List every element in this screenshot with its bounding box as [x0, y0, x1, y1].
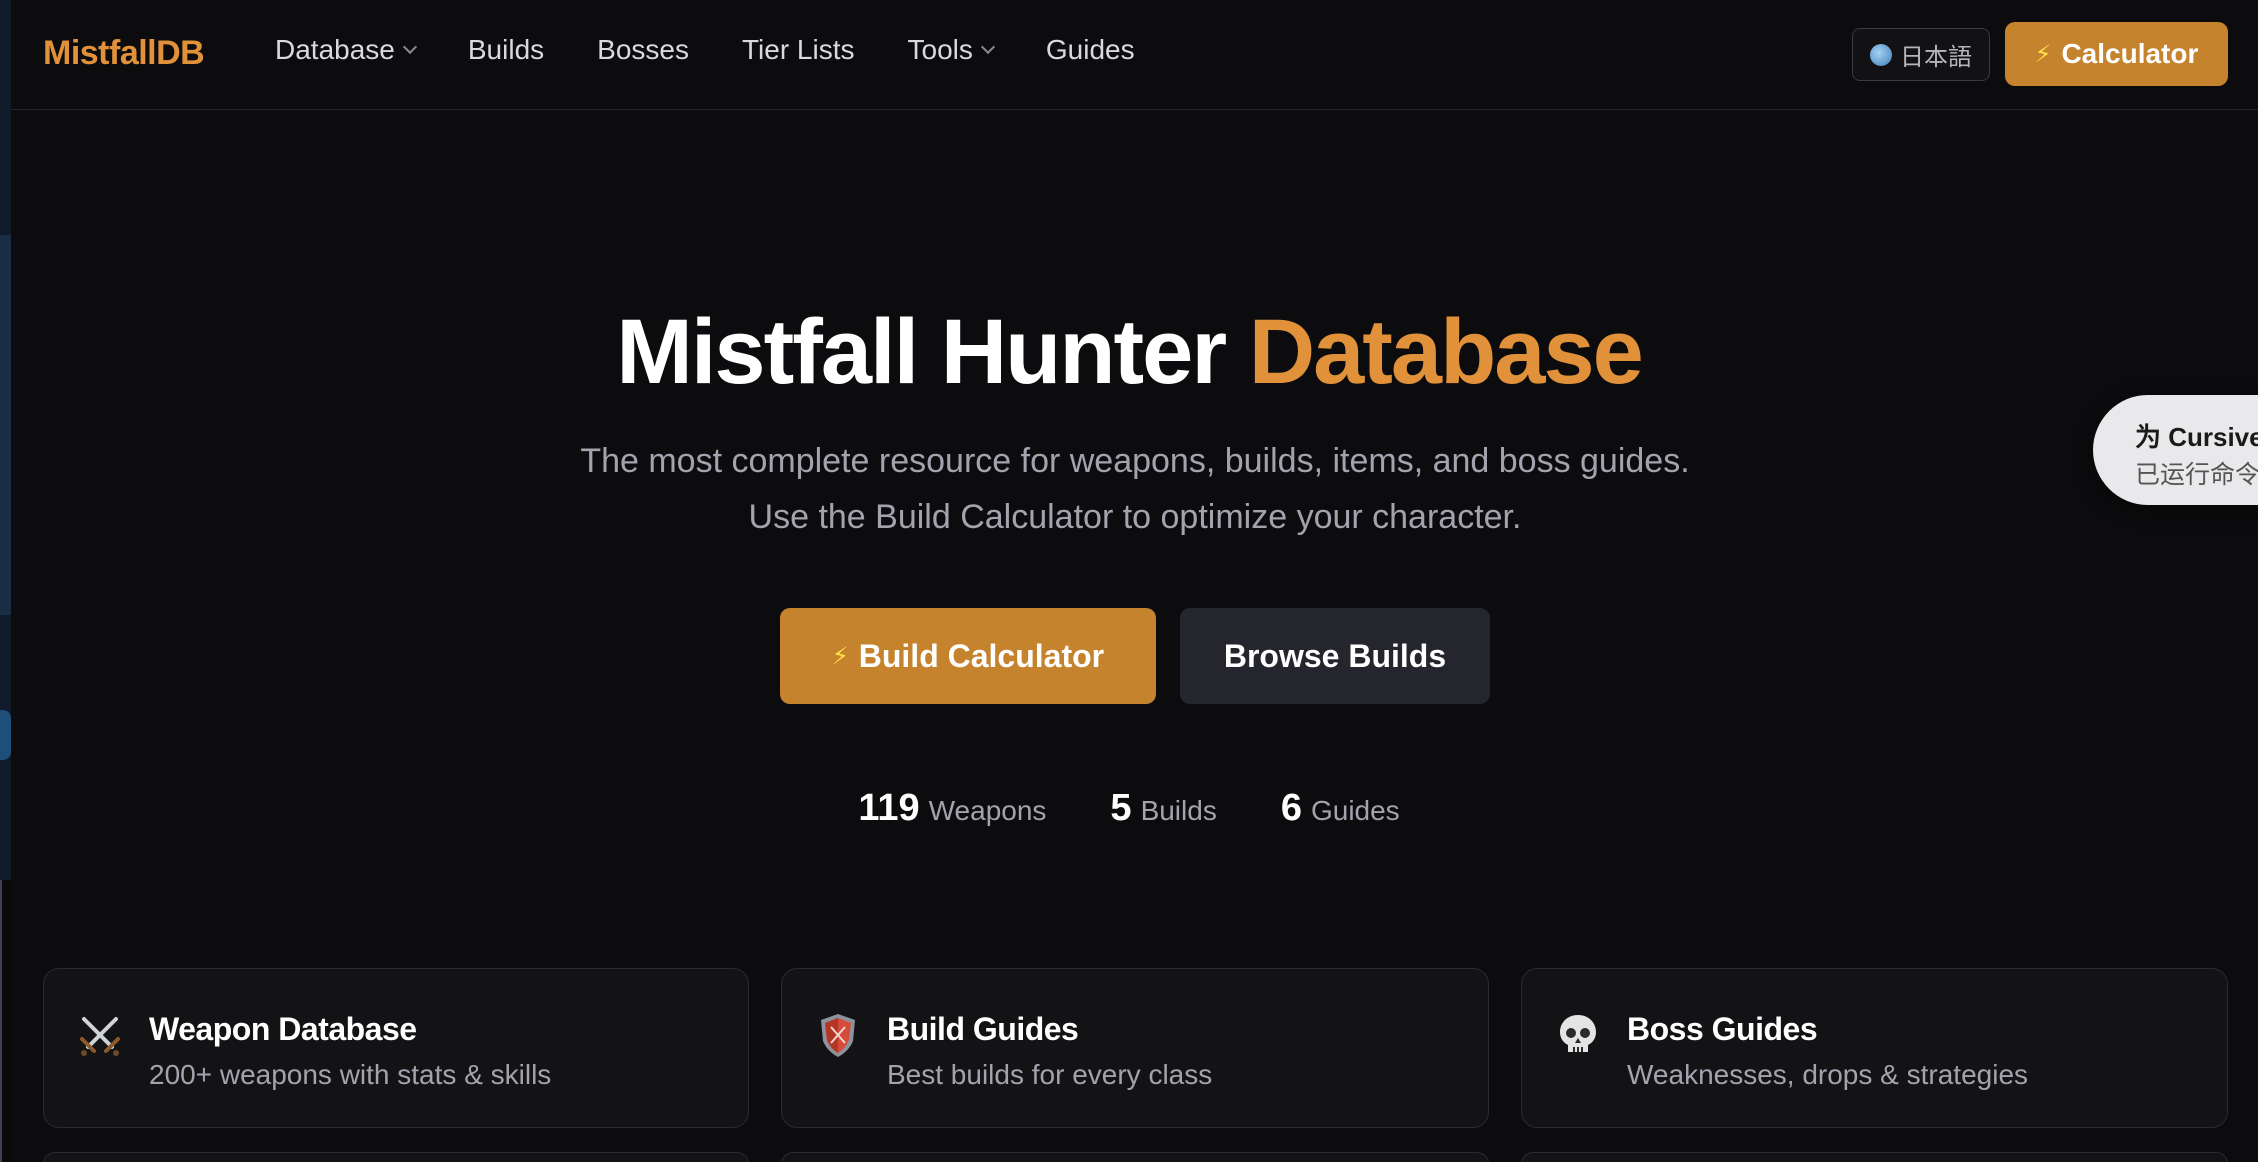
next-card-row-edge	[43, 1152, 749, 1162]
nav-item-builds[interactable]: Builds	[468, 34, 544, 66]
nav-item-database[interactable]: Database	[275, 34, 417, 66]
next-card-row-edge	[781, 1152, 1489, 1162]
page: MistfallDB Database Builds Bosses Tier L…	[0, 0, 2258, 1162]
stat-builds: 5 Builds	[1110, 787, 1217, 829]
chevron-down-icon	[980, 39, 995, 55]
skull-icon	[1560, 1015, 1596, 1052]
card-title: Build Guides	[887, 1011, 1079, 1047]
hero-subtitle: The most complete resource for weapons, …	[580, 442, 1690, 536]
card-title: Weapon Database	[149, 1011, 417, 1047]
hero-title-accent: Database	[1248, 301, 1644, 403]
main-nav: Database Builds Bosses Tier Lists Tools …	[275, 34, 1188, 66]
toast-subtitle: 已运行命令	[2135, 461, 2258, 489]
nav-item-guides[interactable]: Guides	[1046, 34, 1135, 66]
notification-toast[interactable]: 为 Cursive 已运行命令	[2093, 395, 2258, 505]
next-card-row-edge	[1521, 1152, 2228, 1162]
nav-item-tier-lists[interactable]: Tier Lists	[742, 34, 855, 66]
background-window-sliver	[0, 0, 11, 1162]
stat-guides: 6 Guides	[1280, 787, 1400, 829]
stats-row: 119 Weapons 5 Builds 6 Guides	[0, 787, 2258, 830]
browse-builds-button[interactable]: Browse Builds	[1180, 608, 1490, 704]
lightning-icon: ⚡	[831, 642, 849, 670]
card-build-guides[interactable]: Build Guides Best builds for every class	[781, 968, 1489, 1128]
card-description: Weaknesses, drops & strategies	[1627, 1059, 2029, 1090]
stat-weapons: 119 Weapons	[858, 787, 1047, 829]
card-title: Boss Guides	[1627, 1011, 1818, 1047]
globe-icon	[1870, 43, 1892, 66]
nav-item-tools[interactable]: Tools	[908, 34, 995, 66]
chevron-down-icon	[402, 39, 417, 55]
card-description: 200+ weapons with stats & skills	[149, 1059, 552, 1090]
build-calculator-button[interactable]: ⚡ Build Calculator	[780, 608, 1156, 704]
language-label: 日本語	[1900, 44, 1972, 71]
hero-title: Mistfall Hunter Database	[616, 301, 1644, 403]
card-boss-guides[interactable]: Boss Guides Weaknesses, drops & strategi…	[1521, 968, 2228, 1128]
calculator-label: Calculator	[2061, 38, 2199, 69]
crossed-swords-icon	[80, 1017, 120, 1056]
language-button[interactable]: 日本語	[1852, 28, 1990, 81]
site-header: MistfallDB Database Builds Bosses Tier L…	[11, 0, 2258, 110]
card-description: Best builds for every class	[887, 1059, 1213, 1090]
card-weapon-database[interactable]: Weapon Database 200+ weapons with stats …	[43, 968, 749, 1128]
site-logo[interactable]: MistfallDB	[43, 34, 205, 73]
toast-title: 为 Cursive	[2135, 422, 2258, 452]
lightning-icon: ⚡	[2034, 40, 2052, 68]
nav-item-bosses[interactable]: Bosses	[597, 34, 689, 66]
calculator-button[interactable]: ⚡ Calculator	[2005, 22, 2228, 86]
shield-icon	[821, 1014, 855, 1057]
